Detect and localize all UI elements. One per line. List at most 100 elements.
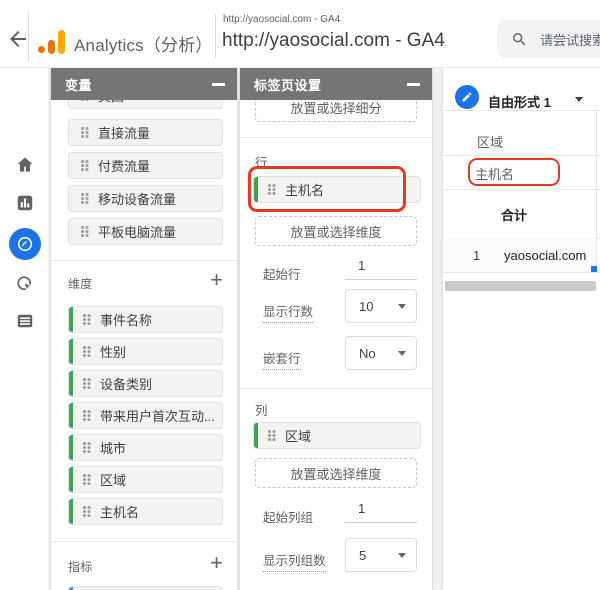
add-metric-icon[interactable]: + xyxy=(210,552,223,574)
drag-handle-icon xyxy=(268,430,275,441)
dimension-chip[interactable]: 性别 xyxy=(68,338,223,365)
show-rows-label: 显示行数 xyxy=(263,301,314,323)
nested-rows-select[interactable]: No xyxy=(345,336,417,370)
dimension-color-bar xyxy=(69,403,73,428)
start-row-label: 起始行 xyxy=(263,268,301,282)
drag-handle-icon xyxy=(81,160,88,171)
show-rows-select[interactable]: 10 xyxy=(345,289,417,323)
report-panel: 自由形式 1 区域 主机名 合计 1 yaosocial.com xyxy=(443,68,600,590)
rows-section-label: 行 xyxy=(255,156,268,170)
divider xyxy=(443,189,600,190)
dimension-chip[interactable]: 主机名 xyxy=(68,498,223,525)
drag-handle-icon xyxy=(83,474,90,485)
dimension-color-bar xyxy=(69,435,73,460)
column-dimension-header: 区域 xyxy=(477,135,504,150)
divider xyxy=(443,110,600,111)
drag-handle-icon xyxy=(83,442,90,453)
dimension-chip[interactable]: 带来用户首次互动... xyxy=(68,402,223,429)
chevron-down-icon xyxy=(575,97,583,102)
dimension-chip[interactable]: 事件名称 xyxy=(68,306,223,333)
search-input[interactable]: 请尝试搜索 xyxy=(497,20,600,58)
edit-pencil-icon xyxy=(455,85,479,109)
metrics-section-header: 指标 + xyxy=(68,550,223,575)
chevron-down-icon xyxy=(398,351,406,356)
row-index: 1 xyxy=(473,248,481,263)
segment-chip[interactable]: 平板电脑流量 xyxy=(68,218,223,245)
columns-section-label: 列 xyxy=(255,404,268,418)
start-column-input[interactable]: 1 xyxy=(345,501,417,523)
home-icon[interactable] xyxy=(12,152,38,178)
tab-settings-panel-header: 标签页设置 xyxy=(240,68,432,100)
drag-handle-icon xyxy=(83,506,90,517)
drag-handle-icon xyxy=(81,193,88,204)
variables-panel: 变量 美国 直接流量 付费流量 移动设备流量 xyxy=(51,68,237,590)
reports-icon[interactable] xyxy=(12,190,38,216)
totals-label: 合计 xyxy=(501,208,528,223)
minimize-icon[interactable] xyxy=(212,83,225,86)
rows-dimension-chip[interactable]: 主机名 xyxy=(253,176,421,203)
chevron-down-icon xyxy=(398,553,406,558)
segment-chip[interactable]: 移动设备流量 xyxy=(68,185,223,212)
divider xyxy=(443,272,600,273)
dimension-chip[interactable]: 城市 xyxy=(68,434,223,461)
add-dimension-icon[interactable]: + xyxy=(210,269,223,291)
start-column-label: 起始列组 xyxy=(263,511,314,525)
show-columns-label: 显示列组数 xyxy=(263,550,326,572)
columns-dimension-drop-zone[interactable]: 放置或选择维度 xyxy=(255,458,417,488)
segment-chip[interactable]: 直接流量 xyxy=(68,119,223,146)
library-icon[interactable] xyxy=(12,308,38,334)
table-column-divider xyxy=(596,110,597,272)
start-row-input[interactable]: 1 xyxy=(345,258,417,280)
property-switcher[interactable]: http://yaosocial.com - GA4 xyxy=(222,30,445,52)
drag-handle-icon xyxy=(83,346,90,357)
row-dimension-header: 主机名 xyxy=(475,167,515,182)
rows-dimension-drop-zone[interactable]: 放置或选择维度 xyxy=(255,216,417,246)
back-icon[interactable] xyxy=(6,27,30,51)
segment-chip[interactable]: 付费流量 xyxy=(68,152,223,179)
advertising-icon[interactable] xyxy=(12,271,38,297)
search-icon xyxy=(513,32,526,46)
google-analytics-logo-icon xyxy=(38,30,66,54)
segment-chip-partial[interactable]: 美国 xyxy=(68,100,223,110)
show-columns-select[interactable]: 5 xyxy=(345,538,417,572)
workspace: 变量 美国 直接流量 付费流量 移动设备流量 xyxy=(48,68,600,590)
nested-rows-label: 嵌套行 xyxy=(263,348,301,370)
selection-corner-marker xyxy=(591,266,597,272)
dimension-color-bar xyxy=(69,499,73,524)
metric-chip-partial[interactable] xyxy=(68,586,223,590)
tab-freeform[interactable]: 自由形式 1 xyxy=(443,68,600,110)
divider xyxy=(51,260,237,261)
divider xyxy=(443,155,600,156)
dimension-chip[interactable]: 区域 xyxy=(68,466,223,493)
tab-label: 自由形式 1 xyxy=(488,95,551,110)
explore-icon[interactable] xyxy=(9,228,41,260)
row-value: yaosocial.com xyxy=(504,248,587,263)
table-row[interactable]: 1 yaosocial.com xyxy=(443,238,596,272)
ga4-explore-screen: Analytics（分析） http://yaosocial.com - GA4… xyxy=(0,0,600,590)
drag-handle-icon xyxy=(81,127,88,138)
header-divider xyxy=(28,12,29,62)
dimension-color-bar xyxy=(69,307,73,332)
dimension-color-bar xyxy=(254,423,258,448)
drag-handle-icon xyxy=(81,226,88,237)
app-header: Analytics（分析） http://yaosocial.com - GA4… xyxy=(0,0,600,68)
minimize-icon[interactable] xyxy=(407,83,420,86)
drag-handle-icon xyxy=(83,378,90,389)
dimension-color-bar xyxy=(69,467,73,492)
divider xyxy=(51,541,237,542)
property-name-small: http://yaosocial.com - GA4 xyxy=(223,14,341,25)
columns-dimension-chip[interactable]: 区域 xyxy=(253,422,421,449)
drag-handle-icon xyxy=(268,184,275,195)
variables-panel-header: 变量 xyxy=(51,68,237,100)
horizontal-scrollbar[interactable] xyxy=(445,281,596,291)
drag-handle-icon xyxy=(83,314,90,325)
drag-handle-icon xyxy=(81,100,88,101)
dimension-color-bar xyxy=(69,371,73,396)
chevron-down-icon xyxy=(398,304,406,309)
nav-rail xyxy=(0,68,48,590)
dimension-chip[interactable]: 设备类别 xyxy=(68,370,223,397)
dimension-color-bar xyxy=(254,177,258,202)
variables-panel-title: 变量 xyxy=(65,77,93,93)
tab-settings-panel-title: 标签页设置 xyxy=(254,77,322,93)
dimension-color-bar xyxy=(69,339,73,364)
